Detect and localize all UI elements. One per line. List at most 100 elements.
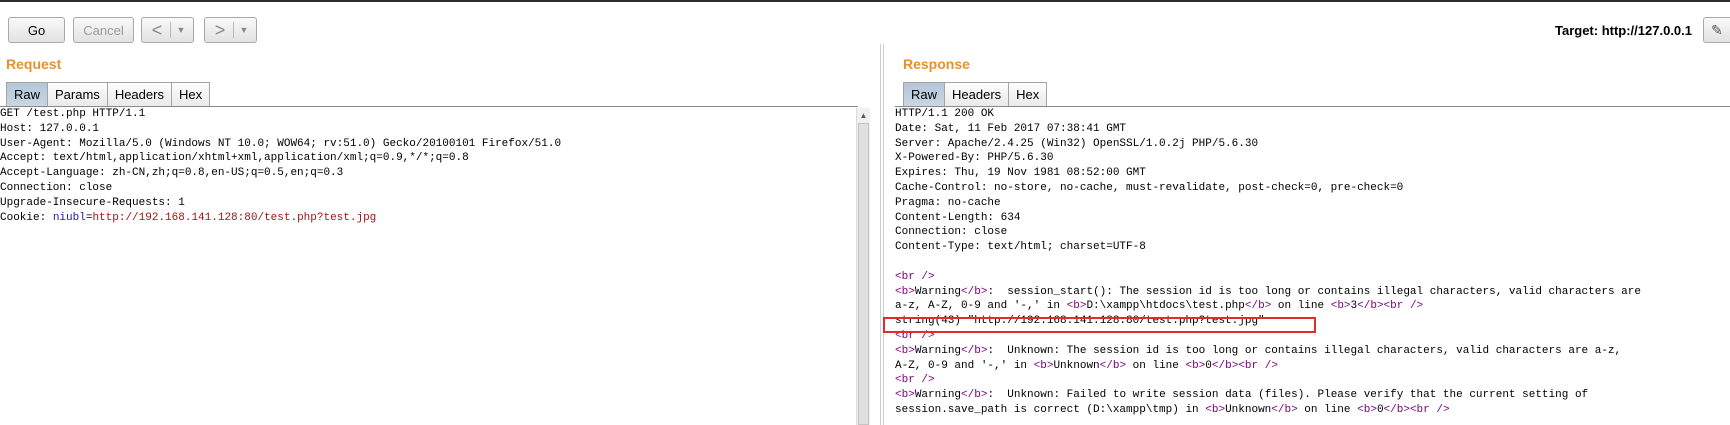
panel-splitter-edge [883, 44, 884, 425]
body-line: a-z, A-Z, 0-9 and '-,' in <b>D:\xampp\ht… [895, 299, 1730, 314]
tab-hex[interactable]: Hex [1009, 82, 1048, 106]
response-header-line: X-Powered-By: PHP/5.6.30 [895, 152, 1054, 165]
response-header-line: Content-Type: text/html; charset=UTF-8 [895, 241, 1146, 254]
tab-params[interactable]: Params [48, 82, 108, 106]
cookie-line: Cookie: niubl=http://192.168.141.128:80/… [0, 211, 855, 226]
warning-word: Warning [914, 344, 962, 357]
body-line: <br /> [895, 270, 1730, 285]
response-header-line: Pragma: no-cache [895, 196, 1001, 209]
cookie-name: niubl [52, 211, 86, 224]
warning-word: Warning [914, 285, 962, 298]
response-header-line: Date: Sat, 11 Feb 2017 07:38:41 GMT [895, 122, 1127, 135]
forward-button[interactable]: > ▼ [204, 17, 257, 43]
text: : [987, 344, 1008, 357]
file-path: D:\xampp\htdocs\test.php [1086, 300, 1245, 313]
text: Unknown: The session id is too long or c… [1007, 344, 1622, 357]
line-number: 0 [1376, 403, 1384, 416]
toolbar: Go Cancel < ▼ > ▼ Target: http://127.0.0… [0, 2, 1730, 54]
scroll-thumb[interactable] [858, 123, 869, 425]
html-tag: <b> [1357, 403, 1377, 416]
html-tag: <b> [1033, 359, 1054, 372]
response-header-line: Expires: Thu, 19 Nov 1981 08:52:00 GMT [895, 167, 1146, 180]
request-line: User-Agent: Mozilla/5.0 (Windows NT 10.0… [0, 137, 562, 150]
response-viewer[interactable]: HTTP/1.1 200 OK Date: Sat, 11 Feb 2017 0… [895, 107, 1730, 425]
line-number: 0 [1205, 359, 1212, 372]
html-tag: <b> [1205, 403, 1226, 416]
text: Unknown [1053, 359, 1100, 372]
tab-raw[interactable]: Raw [6, 82, 49, 106]
text: A-Z, 0-9 and '-,' in [895, 359, 1034, 372]
back-arrow-icon: < [151, 20, 163, 40]
html-tag: <b> [1185, 359, 1206, 372]
html-tag: </b> [1244, 300, 1272, 313]
html-tag: </b> [1357, 300, 1384, 313]
highlight-box [883, 317, 1316, 333]
tab-raw[interactable]: Raw [903, 82, 946, 106]
warning-word: Warning [914, 389, 962, 402]
scroll-up-arrow-icon[interactable]: ▲ [857, 108, 870, 122]
request-line: Upgrade-Insecure-Requests: 1 [0, 196, 185, 209]
tab-headers[interactable]: Headers [945, 82, 1010, 106]
request-tabs: Raw Params Headers Hex [6, 82, 211, 106]
dropdown-arrow-icon[interactable]: ▼ [171, 25, 191, 35]
response-header-line: Connection: close [895, 226, 1008, 239]
html-tag: </b> [1099, 359, 1127, 372]
text: : [987, 285, 1008, 298]
back-button[interactable]: < ▼ [141, 17, 194, 43]
request-line: GET /test.php HTTP/1.1 [0, 108, 146, 120]
text: on line [1297, 403, 1358, 416]
body-line: <b>Warning</b>: Unknown: Failed to write… [895, 388, 1730, 403]
response-header-line: Content-Length: 634 [895, 211, 1021, 224]
html-tag: </b> [1271, 403, 1298, 416]
html-tag: <b> [1066, 300, 1087, 313]
html-tag: <br /> [1383, 300, 1424, 313]
tab-headers[interactable]: Headers [107, 82, 172, 106]
target-label: Target: http://127.0.0.1 [1554, 23, 1692, 38]
request-line: Connection: close [0, 181, 113, 194]
html-tag: <br /> [1238, 359, 1278, 372]
text: session.save_path is correct (D:\xampp\t… [895, 403, 1206, 416]
pencil-icon: ✎ [1711, 21, 1723, 38]
cookie-header: Cookie: [0, 211, 53, 224]
text: Unknown [1225, 403, 1272, 416]
html-tag: <br /> [895, 270, 935, 283]
html-tag: <br /> [895, 374, 935, 387]
go-button[interactable]: Go [8, 17, 65, 43]
body-line: <b>Warning</b>: session_start(): The ses… [895, 285, 1730, 300]
response-title: Response [903, 56, 970, 72]
html-tag: <b> [895, 344, 915, 357]
body-line: session.save_path is correct (D:\xampp\t… [895, 403, 1730, 418]
forward-arrow-icon: > [214, 20, 226, 40]
response-header-line: HTTP/1.1 200 OK [895, 108, 995, 120]
request-line: Accept-Language: zh-CN,zh;q=0.8,en-US;q=… [0, 167, 344, 180]
request-scrollbar[interactable]: ▲ [856, 108, 870, 425]
text: on line [1271, 300, 1331, 313]
request-line: Host: 127.0.0.1 [0, 122, 100, 135]
text: session_start(): The session id is too l… [1007, 285, 1641, 298]
panel-splitter[interactable] [880, 44, 881, 425]
html-tag: </b> [961, 285, 988, 298]
text: a-z, A-Z, 0-9 and '-,' in [895, 300, 1067, 313]
cookie-value: http://192.168.141.128:80/test.php?test.… [92, 211, 377, 224]
html-tag: </b> [961, 344, 988, 357]
html-tag: <b> [1330, 300, 1351, 313]
request-title: Request [6, 56, 62, 72]
text: Unknown: Failed to write session data (f… [1007, 389, 1589, 402]
body-line: <br /> [895, 373, 1730, 388]
edit-target-button[interactable]: ✎ [1703, 17, 1730, 43]
tab-hex[interactable]: Hex [171, 82, 211, 106]
html-tag: </b> [1211, 359, 1239, 372]
html-tag: <b> [895, 285, 915, 298]
response-header-line: Cache-Control: no-store, no-cache, must-… [895, 181, 1404, 194]
response-header-line: Server: Apache/2.4.25 (Win32) OpenSSL/1.… [895, 137, 1259, 150]
html-tag: </b> [961, 389, 988, 402]
html-tag: <br /> [1409, 403, 1450, 416]
text: on line [1126, 359, 1186, 372]
dropdown-arrow-icon[interactable]: ▼ [234, 25, 254, 35]
body-line: A-Z, 0-9 and '-,' in <b>Unknown</b> on l… [895, 359, 1730, 374]
request-line: Accept: text/html,application/xhtml+xml,… [0, 152, 469, 165]
request-editor[interactable]: GET /test.php HTTP/1.1 Host: 127.0.0.1 U… [0, 107, 855, 425]
html-tag: </b> [1383, 403, 1410, 416]
cancel-button[interactable]: Cancel [73, 17, 134, 43]
